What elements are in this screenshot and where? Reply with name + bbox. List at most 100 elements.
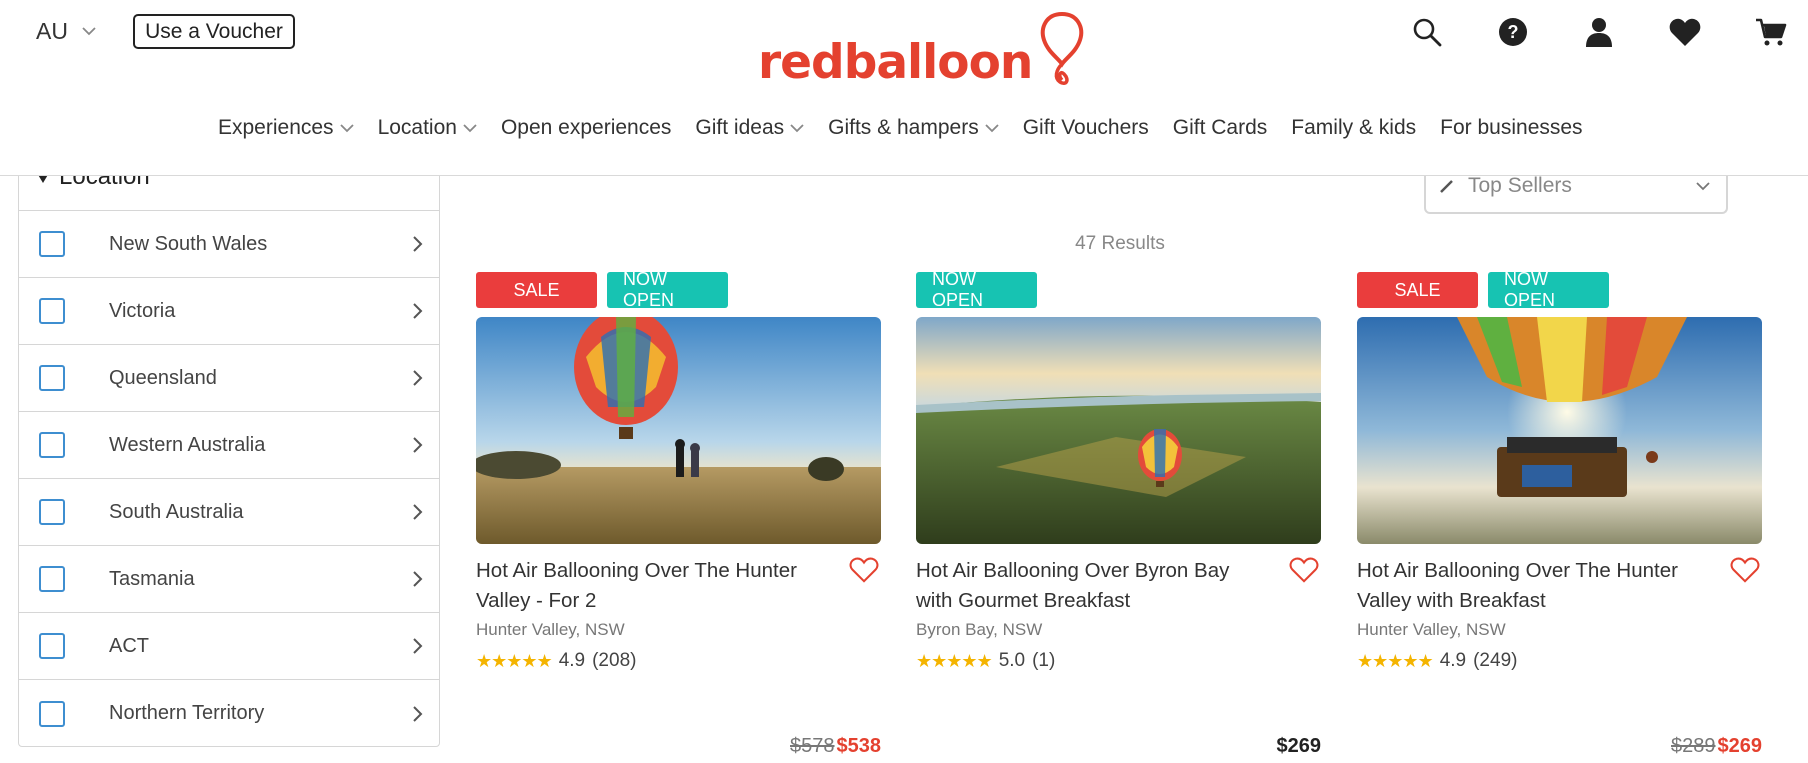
region-label: AU	[36, 18, 68, 44]
badge-group: NOW OPEN	[916, 269, 1321, 310]
rating-value: 5.0	[998, 650, 1026, 671]
product-image[interactable]	[1357, 317, 1762, 544]
rating-value: 4.9	[558, 650, 586, 671]
nav-gifts-hampers[interactable]: Gifts & hampers	[828, 116, 999, 140]
badge-group: SALE NOW OPEN	[476, 269, 881, 310]
review-count: (208)	[592, 650, 637, 671]
logo-text: redballoon	[758, 35, 1033, 90]
search-icon[interactable]	[1384, 12, 1470, 52]
sale-badge: SALE	[476, 272, 597, 308]
filter-label: New South Wales	[109, 232, 268, 255]
review-count: (1)	[1032, 650, 1056, 671]
nav-gift-ideas[interactable]: Gift ideas	[695, 116, 804, 140]
price-value: $269	[1276, 735, 1322, 757]
chevron-down-icon	[985, 123, 999, 132]
product-location: Byron Bay, NSW	[916, 620, 1043, 639]
chevron-right-icon	[413, 571, 423, 587]
nav-for-businesses[interactable]: For businesses	[1440, 116, 1582, 140]
product-title[interactable]: Hot Air Ballooning Over The Hunter Valle…	[1357, 556, 1728, 616]
filter-victoria[interactable]: Victoria	[19, 278, 439, 345]
filter-new-south-wales[interactable]: New South Wales	[19, 211, 439, 278]
price: $269	[1277, 735, 1322, 758]
account-icon[interactable]	[1556, 12, 1642, 52]
rating: ★★★★★ 4.9 (208)	[476, 650, 881, 672]
redballoon-logo[interactable]: redballoon	[758, 10, 1090, 90]
chevron-right-icon	[413, 638, 423, 654]
chevron-down-icon	[339, 123, 354, 132]
filter-western-australia[interactable]: Western Australia	[19, 412, 439, 479]
nav-gift-cards[interactable]: Gift Cards	[1173, 116, 1268, 140]
nav-location[interactable]: Location	[378, 116, 477, 140]
use-voucher-button[interactable]: Use a Voucher	[133, 14, 295, 49]
chevron-right-icon	[413, 303, 423, 319]
region-selector[interactable]: AU	[36, 18, 96, 45]
checkbox[interactable]	[39, 231, 65, 257]
rating-value: 4.9	[1439, 650, 1467, 671]
nav-label: Family & kids	[1291, 116, 1417, 139]
chevron-down-icon	[82, 27, 96, 36]
original-price: $289	[1671, 735, 1716, 757]
rating: ★★★★★ 5.0 (1)	[916, 650, 1321, 672]
filter-label: South Australia	[109, 500, 244, 523]
filter-label: Queensland	[109, 366, 217, 389]
filter-south-australia[interactable]: South Australia	[19, 479, 439, 546]
filter-queensland[interactable]: Queensland	[19, 345, 439, 412]
now-open-badge: NOW OPEN	[1488, 269, 1609, 310]
main-nav: Experiences Location Open experiences Gi…	[218, 116, 1607, 140]
chevron-down-icon	[1696, 181, 1710, 190]
star-rating-icon: ★★★★★	[1357, 650, 1434, 671]
nav-label: Experiences	[218, 116, 334, 139]
checkbox[interactable]	[39, 365, 65, 391]
checkbox[interactable]	[39, 566, 65, 592]
product-card[interactable]: NOW OPEN Hot Air Ballooning Over Byron B…	[916, 269, 1321, 757]
rating: ★★★★★ 4.9 (249)	[1357, 650, 1762, 672]
wishlist-heart-icon[interactable]	[1728, 556, 1762, 590]
chevron-right-icon	[413, 370, 423, 386]
product-title[interactable]: Hot Air Ballooning Over The Hunter Valle…	[476, 556, 847, 616]
filter-label: Tasmania	[109, 567, 195, 590]
nav-label: Gifts & hampers	[828, 116, 979, 139]
wishlist-heart-icon[interactable]	[1642, 12, 1728, 52]
now-open-badge: NOW OPEN	[916, 269, 1037, 310]
nav-label: Location	[377, 116, 457, 139]
results-count: 47 Results	[1075, 233, 1165, 254]
badge-group: SALE NOW OPEN	[1357, 269, 1762, 310]
help-icon[interactable]: ?	[1470, 12, 1556, 52]
product-title[interactable]: Hot Air Ballooning Over Byron Bay with G…	[916, 556, 1287, 616]
chevron-right-icon	[413, 437, 423, 453]
checkbox[interactable]	[39, 432, 65, 458]
filter-act[interactable]: ACT	[19, 613, 439, 680]
nav-experiences[interactable]: Experiences	[218, 116, 354, 140]
now-open-badge: NOW OPEN	[607, 269, 728, 310]
nav-label: Open experiences	[500, 116, 672, 139]
chevron-right-icon	[413, 236, 423, 252]
checkbox[interactable]	[39, 499, 65, 525]
product-image[interactable]	[916, 317, 1321, 544]
checkbox[interactable]	[39, 700, 65, 727]
nav-label: Gift ideas	[695, 116, 785, 139]
filter-northern-territory[interactable]: Northern Territory	[19, 680, 439, 747]
review-count: (249)	[1473, 650, 1518, 671]
sale-price: $538	[836, 735, 882, 757]
sort-selected-label: Top Sellers	[1468, 174, 1572, 197]
product-card[interactable]: SALE NOW OPEN Hot Air Ballooning Over Th…	[1357, 269, 1762, 757]
product-location: Hunter Valley, NSW	[1357, 620, 1506, 639]
filter-tasmania[interactable]: Tasmania	[19, 546, 439, 613]
checkbox[interactable]	[39, 298, 65, 324]
nav-label: Gift Vouchers	[1022, 116, 1149, 139]
checkbox[interactable]	[39, 633, 65, 659]
wishlist-heart-icon[interactable]	[1287, 556, 1321, 590]
chevron-down-icon	[790, 123, 804, 132]
product-location: Hunter Valley, NSW	[476, 620, 625, 639]
nav-open-experiences[interactable]: Open experiences	[501, 116, 671, 140]
nav-family-kids[interactable]: Family & kids	[1291, 116, 1416, 140]
price: $289 $269	[1671, 735, 1762, 758]
product-card[interactable]: SALE NOW OPEN Hot Air Ballooning Over Th…	[476, 269, 881, 757]
nav-gift-vouchers[interactable]: Gift Vouchers	[1023, 116, 1149, 140]
cart-icon[interactable]	[1728, 12, 1808, 52]
svg-text:?: ?	[1508, 22, 1519, 42]
star-rating-icon: ★★★★★	[916, 650, 993, 671]
product-image[interactable]	[476, 317, 881, 544]
chevron-right-icon	[413, 705, 423, 722]
wishlist-heart-icon[interactable]	[847, 556, 881, 590]
